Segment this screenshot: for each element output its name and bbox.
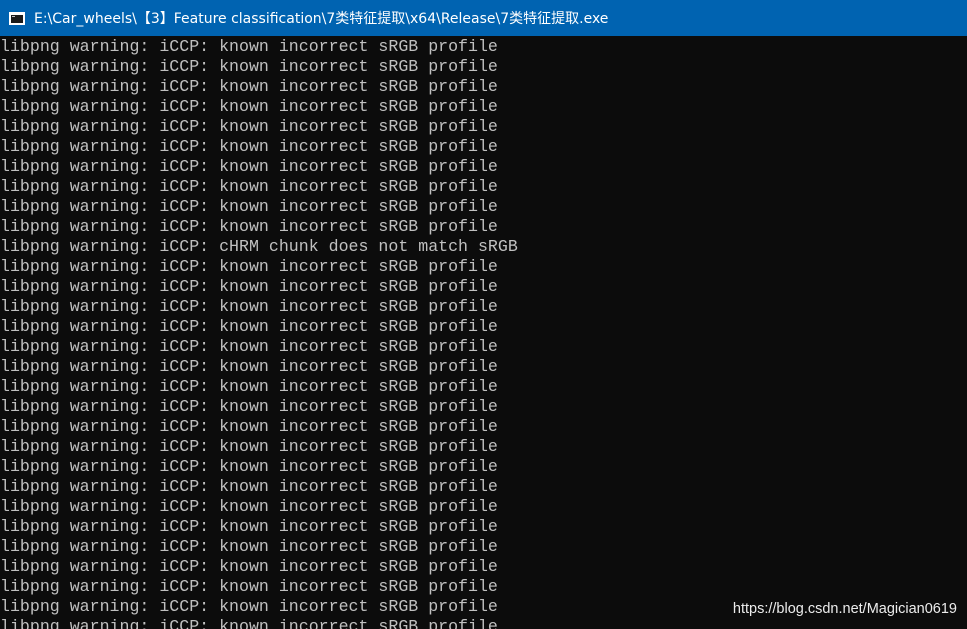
- console-line: libpng warning: iCCP: known incorrect sR…: [0, 517, 498, 536]
- console-line: libpng warning: iCCP: known incorrect sR…: [0, 257, 498, 276]
- console-line: libpng warning: iCCP: known incorrect sR…: [0, 397, 498, 416]
- console-line: libpng warning: iCCP: known incorrect sR…: [0, 417, 498, 436]
- console-line: libpng warning: iCCP: known incorrect sR…: [0, 137, 498, 156]
- console-line: libpng warning: iCCP: known incorrect sR…: [0, 37, 498, 56]
- watermark: https://blog.csdn.net/Magician0619: [732, 601, 957, 617]
- console-line: libpng warning: iCCP: known incorrect sR…: [0, 617, 498, 629]
- console-line: libpng warning: iCCP: known incorrect sR…: [0, 57, 498, 76]
- console-line: libpng warning: iCCP: known incorrect sR…: [0, 97, 498, 116]
- console-line: libpng warning: iCCP: known incorrect sR…: [0, 157, 498, 176]
- console-line: libpng warning: iCCP: known incorrect sR…: [0, 337, 498, 356]
- console-line: libpng warning: iCCP: cHRM chunk does no…: [0, 237, 518, 256]
- console-line: libpng warning: iCCP: known incorrect sR…: [0, 597, 498, 616]
- console-lines: libpng warning: iCCP: known incorrect sR…: [0, 37, 518, 629]
- console-line: libpng warning: iCCP: known incorrect sR…: [0, 317, 498, 336]
- console-line: libpng warning: iCCP: known incorrect sR…: [0, 497, 498, 516]
- console-line: libpng warning: iCCP: known incorrect sR…: [0, 557, 498, 576]
- console-line: libpng warning: iCCP: known incorrect sR…: [0, 357, 498, 376]
- window-title: E:\Car_wheels\【3】Feature classification\…: [34, 11, 609, 27]
- console-line: libpng warning: iCCP: known incorrect sR…: [0, 297, 498, 316]
- console-line: libpng warning: iCCP: known incorrect sR…: [0, 537, 498, 556]
- console-line: libpng warning: iCCP: known incorrect sR…: [0, 197, 498, 216]
- console-line: libpng warning: iCCP: known incorrect sR…: [0, 77, 498, 96]
- console-line: libpng warning: iCCP: known incorrect sR…: [0, 437, 498, 456]
- console-output[interactable]: libpng warning: iCCP: known incorrect sR…: [0, 36, 967, 629]
- console-line: libpng warning: iCCP: known incorrect sR…: [0, 457, 498, 476]
- console-line: libpng warning: iCCP: known incorrect sR…: [0, 177, 498, 196]
- console-line: libpng warning: iCCP: known incorrect sR…: [0, 577, 498, 596]
- console-line: libpng warning: iCCP: known incorrect sR…: [0, 117, 498, 136]
- title-bar[interactable]: E:\Car_wheels\【3】Feature classification\…: [0, 0, 967, 36]
- console-window-icon: [9, 11, 25, 25]
- console-line: libpng warning: iCCP: known incorrect sR…: [0, 277, 498, 296]
- console-line: libpng warning: iCCP: known incorrect sR…: [0, 377, 498, 396]
- console-line: libpng warning: iCCP: known incorrect sR…: [0, 477, 498, 496]
- console-line: libpng warning: iCCP: known incorrect sR…: [0, 217, 498, 236]
